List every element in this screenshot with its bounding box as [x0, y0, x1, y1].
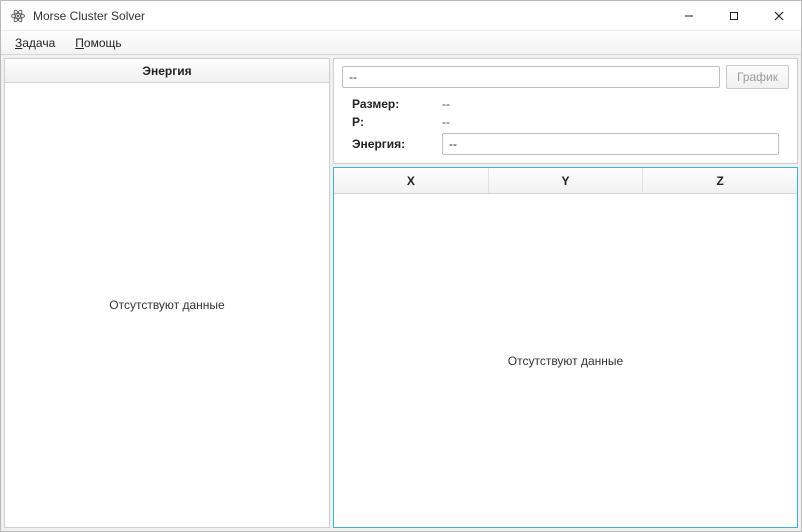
- coordinates-grid: X Y Z Отсутствуют данные: [333, 167, 798, 528]
- window-title: Morse Cluster Solver: [33, 9, 145, 23]
- app-icon: [9, 7, 27, 25]
- grid-empty: Отсутствуют данные: [334, 194, 797, 527]
- name-input[interactable]: --: [342, 66, 720, 88]
- menubar: Задача Помощь: [1, 31, 801, 55]
- main-content: Энергия Отсутствуют данные -- График Раз…: [1, 55, 801, 531]
- col-x[interactable]: X: [334, 168, 489, 193]
- p-label: P:: [352, 115, 442, 129]
- size-label: Размер:: [352, 97, 442, 111]
- maximize-button[interactable]: [711, 1, 756, 30]
- energy-list-panel: Энергия Отсутствуют данные: [4, 58, 330, 528]
- titlebar: Morse Cluster Solver: [1, 1, 801, 31]
- app-window: Morse Cluster Solver Задача Помощь Энерг…: [0, 0, 802, 532]
- grid-header: X Y Z: [334, 168, 797, 194]
- minimize-button[interactable]: [666, 1, 711, 30]
- graph-button[interactable]: График: [726, 65, 789, 89]
- p-value: --: [442, 115, 779, 129]
- energy-label: Энергия:: [352, 137, 442, 151]
- menu-task[interactable]: Задача: [5, 31, 65, 54]
- col-z[interactable]: Z: [643, 168, 797, 193]
- energy-input[interactable]: --: [442, 133, 779, 155]
- energy-list-empty: Отсутствуют данные: [5, 83, 329, 527]
- details-panel: -- График Размер: -- P: -- Энергия: -- X…: [333, 58, 798, 528]
- window-controls: [666, 1, 801, 30]
- summary-box: -- График Размер: -- P: -- Энергия: --: [333, 58, 798, 164]
- energy-list-header: Энергия: [5, 59, 329, 83]
- col-y[interactable]: Y: [489, 168, 644, 193]
- size-value: --: [442, 97, 779, 111]
- menu-help[interactable]: Помощь: [65, 31, 131, 54]
- close-button[interactable]: [756, 1, 801, 30]
